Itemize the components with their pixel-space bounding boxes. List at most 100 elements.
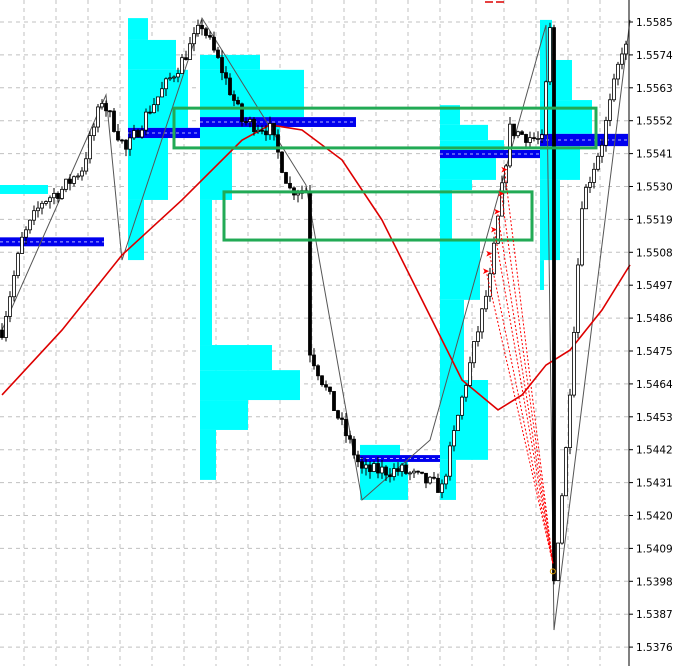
y-tick-label: 1.54310 <box>636 478 673 490</box>
bearish-candle <box>432 476 436 479</box>
bullish-candle <box>180 57 184 74</box>
bullish-candle <box>460 396 464 416</box>
volume-profile-level <box>440 190 452 241</box>
bearish-candle <box>200 24 204 30</box>
bullish-candle <box>584 186 588 210</box>
y-tick-label: 1.55410 <box>636 149 673 161</box>
y-tick-label: 1.54860 <box>636 313 673 325</box>
bullish-candle <box>408 472 412 475</box>
bullish-candle <box>296 192 300 196</box>
bullish-candle <box>84 158 88 172</box>
volume-profile-level <box>440 240 480 300</box>
bullish-candle <box>44 201 48 204</box>
bullish-candle <box>428 476 432 484</box>
y-tick-label: 1.54970 <box>636 280 673 292</box>
bearish-candle <box>316 365 320 377</box>
bearish-candle <box>240 103 244 122</box>
volume-profile-level <box>200 429 216 480</box>
y-tick-label: 1.54200 <box>636 510 673 522</box>
bullish-candle <box>440 483 444 493</box>
bearish-candle <box>360 461 364 469</box>
volume-profile-level <box>128 199 144 261</box>
bearish-candle <box>204 28 208 36</box>
bearish-candle <box>344 419 348 437</box>
volume-profile-level <box>440 299 464 381</box>
volume-profile-level <box>0 185 48 194</box>
bullish-candle <box>364 464 368 469</box>
bearish-candle <box>524 134 528 143</box>
bearish-candle <box>424 472 428 484</box>
volume-profile-level <box>128 138 168 200</box>
bullish-candle <box>12 275 16 298</box>
bullish-candle <box>100 103 104 108</box>
price-chart[interactable]: ➤ ➤ ➤ ➤ ➤ ➤ 1.55850 1.55740 1.55630 1.55520 1.554… <box>0 0 673 666</box>
bearish-candle <box>308 190 312 356</box>
signal-arrow-icon: ➤ <box>485 249 493 259</box>
bullish-candle <box>452 430 456 447</box>
bullish-candle <box>160 88 164 98</box>
bullish-candle <box>36 207 40 212</box>
bearish-candle <box>356 454 360 463</box>
y-tick-label: 1.55080 <box>636 247 673 259</box>
bullish-candle <box>572 331 576 396</box>
bearish-candle <box>420 471 424 474</box>
volume-profile-level <box>540 179 560 261</box>
price-axis[interactable]: 1.55850 1.55740 1.55630 1.55520 1.55410 1.553… <box>629 17 673 654</box>
volume-profile-level <box>200 345 272 371</box>
signal-dotted-line <box>488 252 554 564</box>
y-tick-label: 1.55630 <box>636 83 673 95</box>
bearish-candle <box>324 384 328 388</box>
volume-profile-level <box>200 400 248 430</box>
bearish-candle <box>436 477 440 493</box>
bullish-candle <box>484 295 488 310</box>
volume-profile-level <box>200 370 300 401</box>
volume-profile-level <box>440 380 488 460</box>
volume-profile-level <box>440 158 496 180</box>
bullish-candle <box>392 468 396 477</box>
y-tick-label: 1.54750 <box>636 346 673 358</box>
bearish-candle <box>216 49 220 58</box>
bearish-candle <box>0 329 4 338</box>
volume-profile-level <box>440 179 472 191</box>
bullish-candle <box>20 236 24 254</box>
bullish-candle <box>28 219 32 231</box>
chart-canvas[interactable]: ➤ ➤ ➤ ➤ ➤ ➤ 1.55850 1.55740 1.55630 1.55520 1.554… <box>0 0 673 666</box>
bullish-candle <box>456 414 460 431</box>
bearish-candle <box>260 129 264 132</box>
bullish-candle <box>444 475 448 485</box>
bearish-candle <box>264 130 268 136</box>
bearish-candle <box>552 27 556 582</box>
bearish-candle <box>332 391 336 412</box>
bearish-candle <box>352 438 356 456</box>
bullish-candle <box>476 331 480 342</box>
bearish-candle <box>104 103 108 112</box>
bullish-candle <box>144 111 148 131</box>
bullish-candle <box>96 106 100 128</box>
bearish-candle <box>212 36 216 51</box>
volume-profile-level <box>360 444 400 456</box>
bullish-candle <box>472 341 476 364</box>
bullish-candle <box>588 182 592 188</box>
bearish-candle <box>280 151 284 173</box>
y-tick-label: 1.54530 <box>636 412 673 424</box>
bearish-candle <box>252 119 256 133</box>
bullish-candle <box>64 178 68 190</box>
y-tick-label: 1.53980 <box>636 576 673 588</box>
bearish-candle <box>284 172 288 184</box>
bearish-candle <box>124 139 128 150</box>
bearish-candle <box>244 121 248 123</box>
bullish-candle <box>4 316 8 338</box>
bullish-candle <box>548 27 552 83</box>
bearish-candle <box>220 57 224 74</box>
bullish-candle <box>612 78 616 101</box>
signal-arrow-icon: ➤ <box>500 166 508 176</box>
bullish-candle <box>412 470 416 474</box>
bullish-candle <box>152 104 156 114</box>
bullish-candle <box>568 394 572 449</box>
bearish-candle <box>404 464 408 474</box>
bullish-candle <box>32 210 36 221</box>
bullish-candle <box>128 137 132 150</box>
bullish-candle <box>448 445 452 477</box>
bullish-candle <box>604 120 608 146</box>
bullish-candle <box>508 123 512 167</box>
